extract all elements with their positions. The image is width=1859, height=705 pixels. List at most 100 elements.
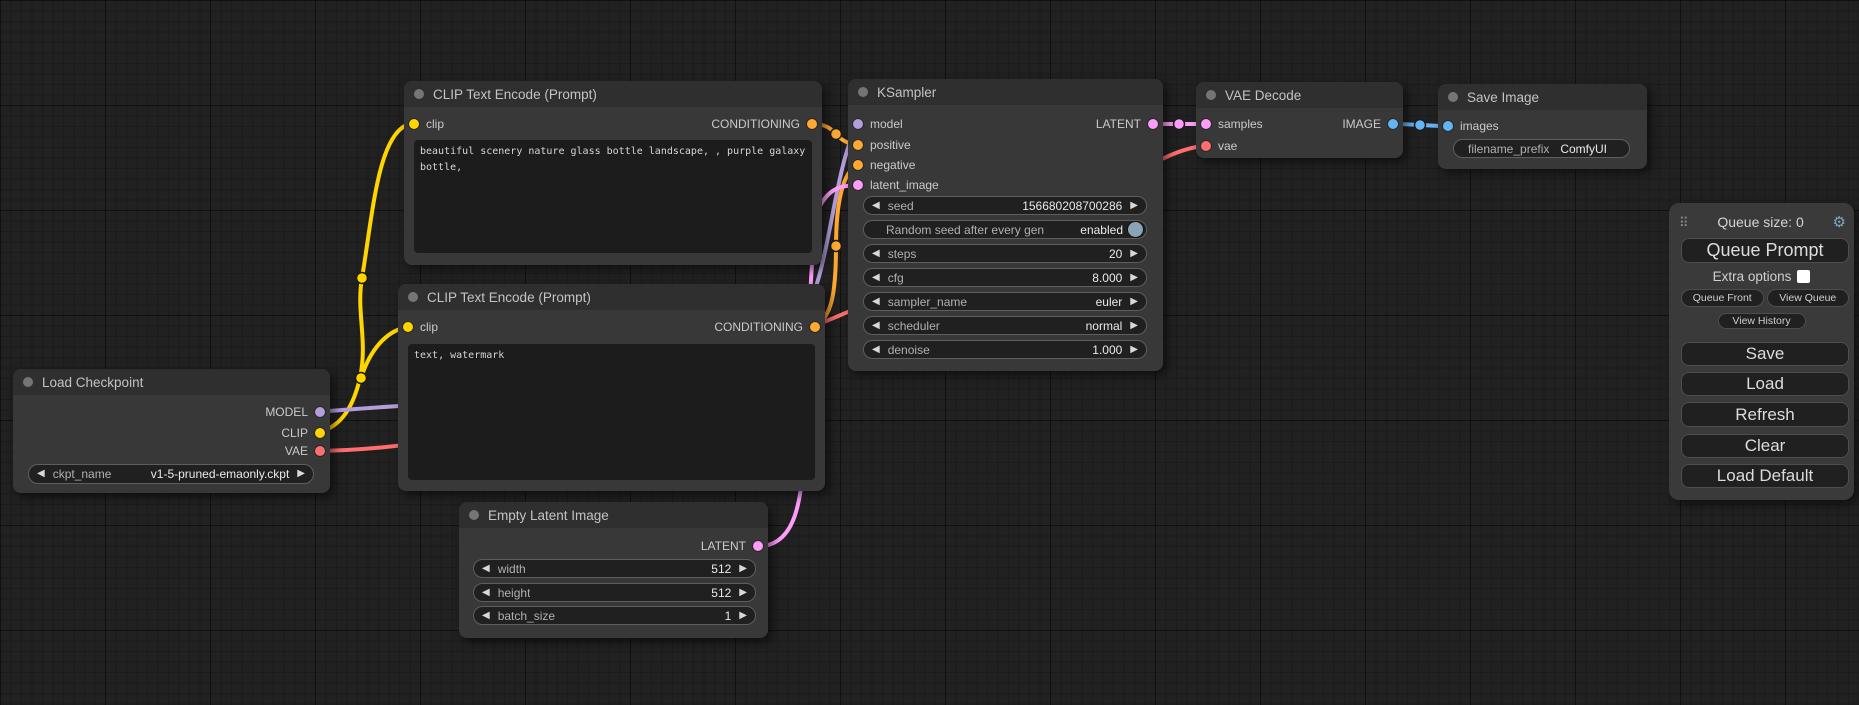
increment-arrow-icon[interactable]: ▶	[1130, 273, 1138, 283]
conditioning-port-icon[interactable]	[807, 119, 817, 129]
latent-port-icon[interactable]	[753, 541, 763, 551]
prev-arrow-icon[interactable]: ◀	[37, 469, 45, 479]
clip-port-icon[interactable]	[409, 119, 419, 129]
next-arrow-icon[interactable]: ▶	[1130, 297, 1138, 307]
denoise-widget[interactable]: ◀ denoise 1.000 ▶	[863, 340, 1147, 359]
clip-port-icon[interactable]	[315, 428, 325, 438]
scheduler-widget[interactable]: ◀ scheduler normal ▶	[863, 316, 1147, 335]
collapse-dot-icon[interactable]	[23, 377, 33, 387]
input-clip[interactable]: clip	[409, 116, 444, 132]
clear-button[interactable]: Clear	[1681, 434, 1849, 458]
collapse-dot-icon[interactable]	[408, 292, 418, 302]
increment-arrow-icon[interactable]: ▶	[739, 588, 747, 598]
collapse-dot-icon[interactable]	[1206, 90, 1216, 100]
input-images[interactable]: images	[1443, 118, 1499, 134]
negative-prompt-textarea[interactable]: text, watermark	[408, 344, 815, 480]
input-positive[interactable]: positive	[853, 137, 911, 153]
height-widget[interactable]: ◀ height 512 ▶	[473, 583, 756, 602]
model-port-icon[interactable]	[853, 119, 863, 129]
image-port-icon[interactable]	[1388, 119, 1398, 129]
view-history-button[interactable]: View History	[1718, 313, 1806, 329]
latent-port-icon[interactable]	[1148, 119, 1158, 129]
increment-arrow-icon[interactable]: ▶	[739, 611, 747, 621]
drag-handle-icon[interactable]: ⠿	[1679, 216, 1689, 229]
collapse-dot-icon[interactable]	[469, 510, 479, 520]
node-ksampler[interactable]: KSampler model positive negative latent_…	[848, 79, 1163, 371]
save-button[interactable]: Save	[1681, 342, 1849, 366]
node-title-bar[interactable]: CLIP Text Encode (Prompt)	[404, 81, 822, 107]
collapse-dot-icon[interactable]	[858, 87, 868, 97]
load-default-button[interactable]: Load Default	[1681, 464, 1849, 488]
cfg-widget[interactable]: ◀ cfg 8.000 ▶	[863, 268, 1147, 287]
image-port-icon[interactable]	[1443, 121, 1453, 131]
node-title-bar[interactable]: VAE Decode	[1196, 82, 1403, 108]
vae-port-icon[interactable]	[1201, 141, 1211, 151]
node-title-bar[interactable]: KSampler	[848, 79, 1163, 105]
output-latent[interactable]: LATENT	[701, 538, 763, 554]
clip-port-icon[interactable]	[403, 322, 413, 332]
increment-arrow-icon[interactable]: ▶	[1130, 249, 1138, 259]
node-load-checkpoint[interactable]: Load Checkpoint MODEL CLIP VAE ◀ ckpt_na…	[13, 369, 330, 493]
queue-prompt-button[interactable]: Queue Prompt	[1681, 238, 1849, 263]
model-port-icon[interactable]	[315, 407, 325, 417]
settings-gear-icon[interactable]: ⚙	[1833, 215, 1846, 230]
collapse-dot-icon[interactable]	[1448, 92, 1458, 102]
output-clip[interactable]: CLIP	[281, 425, 325, 441]
latent-port-icon[interactable]	[853, 180, 863, 190]
filename-prefix-widget[interactable]: filename_prefix ComfyUI	[1453, 139, 1630, 158]
queue-front-button[interactable]: Queue Front	[1681, 289, 1764, 307]
reroute-dot-clip-upper[interactable]	[357, 273, 368, 284]
conditioning-port-icon[interactable]	[853, 160, 863, 170]
decrement-arrow-icon[interactable]: ◀	[872, 249, 880, 259]
decrement-arrow-icon[interactable]: ◀	[482, 588, 490, 598]
increment-arrow-icon[interactable]: ▶	[1130, 201, 1138, 211]
conditioning-port-icon[interactable]	[810, 322, 820, 332]
reroute-dot-latent[interactable]	[1174, 119, 1185, 130]
random-seed-toggle[interactable]: Random seed after every gen enabled	[863, 220, 1147, 239]
output-model[interactable]: MODEL	[265, 404, 325, 420]
reroute-dot-conditioning-negative[interactable]	[831, 241, 842, 252]
queue-menu-panel[interactable]: ⠿ Queue size: 0 ⚙ Queue Prompt Extra opt…	[1669, 203, 1854, 500]
input-vae[interactable]: vae	[1201, 138, 1237, 154]
sampler-name-widget[interactable]: ◀ sampler_name euler ▶	[863, 292, 1147, 311]
increment-arrow-icon[interactable]: ▶	[739, 564, 747, 574]
toggle-knob-icon[interactable]	[1128, 222, 1143, 237]
prev-arrow-icon[interactable]: ◀	[872, 321, 880, 331]
next-arrow-icon[interactable]: ▶	[1130, 321, 1138, 331]
collapse-dot-icon[interactable]	[414, 89, 424, 99]
output-conditioning[interactable]: CONDITIONING	[714, 319, 820, 335]
decrement-arrow-icon[interactable]: ◀	[872, 345, 880, 355]
output-latent[interactable]: LATENT	[1096, 116, 1158, 132]
reroute-dot-image[interactable]	[1415, 120, 1426, 131]
seed-widget[interactable]: ◀ seed 156680208700286 ▶	[863, 196, 1147, 215]
input-model[interactable]: model	[853, 116, 903, 132]
refresh-button[interactable]: Refresh	[1681, 402, 1849, 427]
decrement-arrow-icon[interactable]: ◀	[872, 201, 880, 211]
latent-port-icon[interactable]	[1201, 119, 1211, 129]
batch-size-widget[interactable]: ◀ batch_size 1 ▶	[473, 606, 756, 625]
node-title-bar[interactable]: CLIP Text Encode (Prompt)	[398, 284, 825, 310]
input-latent-image[interactable]: latent_image	[853, 177, 939, 193]
extra-options-checkbox[interactable]	[1797, 270, 1810, 283]
view-queue-button[interactable]: View Queue	[1767, 289, 1850, 307]
conditioning-port-icon[interactable]	[853, 140, 863, 150]
next-arrow-icon[interactable]: ▶	[297, 469, 305, 479]
steps-widget[interactable]: ◀ steps 20 ▶	[863, 244, 1147, 263]
input-samples[interactable]: samples	[1201, 116, 1263, 132]
output-vae[interactable]: VAE	[285, 443, 325, 459]
reroute-dot-clip-lower[interactable]	[356, 373, 367, 384]
node-clip-encode-positive[interactable]: CLIP Text Encode (Prompt) clip CONDITION…	[404, 81, 822, 265]
node-graph-canvas[interactable]: Load Checkpoint MODEL CLIP VAE ◀ ckpt_na…	[0, 0, 1859, 705]
input-clip[interactable]: clip	[403, 319, 438, 335]
output-image[interactable]: IMAGE	[1342, 116, 1398, 132]
output-conditioning[interactable]: CONDITIONING	[711, 116, 817, 132]
node-title-bar[interactable]: Save Image	[1438, 84, 1647, 110]
node-title-bar[interactable]: Empty Latent Image	[459, 502, 768, 528]
width-widget[interactable]: ◀ width 512 ▶	[473, 559, 756, 578]
reroute-dot-conditioning-positive[interactable]	[831, 129, 842, 140]
node-title-bar[interactable]: Load Checkpoint	[13, 369, 330, 395]
vae-port-icon[interactable]	[315, 446, 325, 456]
node-empty-latent-image[interactable]: Empty Latent Image LATENT ◀ width 512 ▶ …	[459, 502, 768, 638]
prev-arrow-icon[interactable]: ◀	[872, 297, 880, 307]
ckpt-name-widget[interactable]: ◀ ckpt_name v1-5-pruned-emaonly.ckpt ▶	[28, 464, 314, 484]
